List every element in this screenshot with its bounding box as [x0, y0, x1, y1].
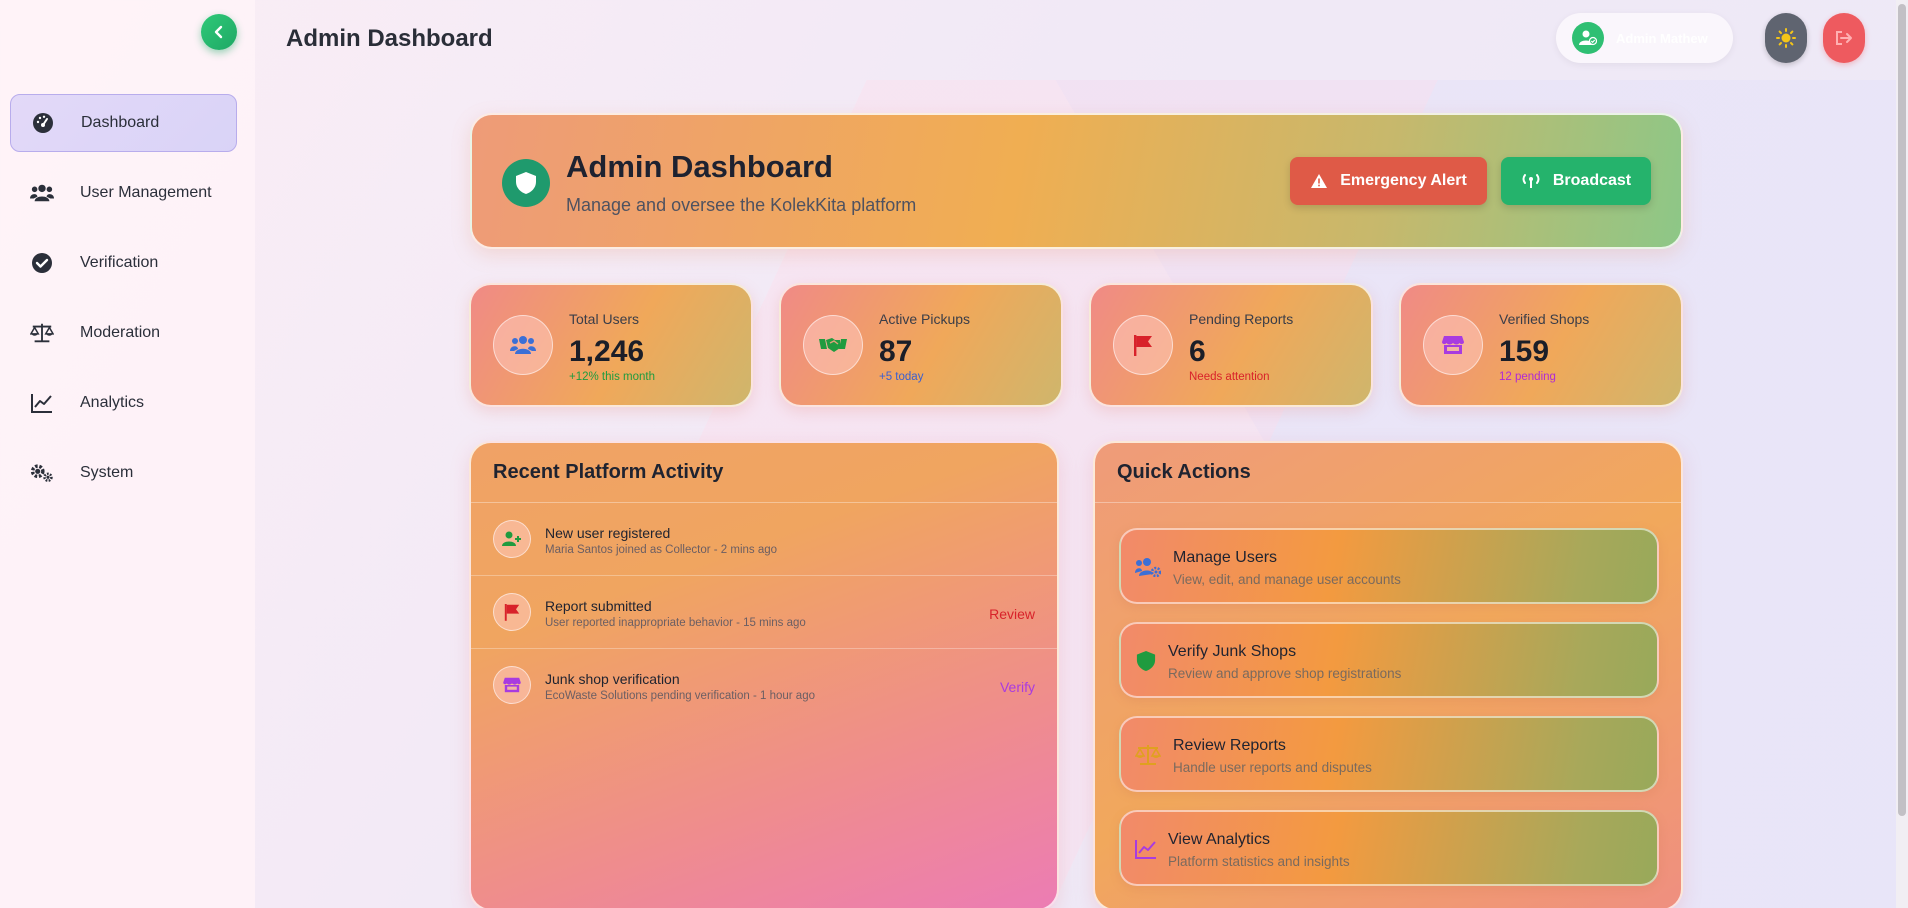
panel-title: Recent Platform Activity [493, 461, 724, 483]
stat-label: Total Users [569, 311, 640, 327]
logout-icon [1836, 31, 1852, 45]
hero-subtitle: Manage and oversee the KolekKita platfor… [566, 195, 917, 215]
sidebar-item-system[interactable]: System [10, 444, 237, 502]
balance-scale-icon [30, 321, 54, 345]
stat-value: 159 [1499, 335, 1550, 368]
manage-users-action[interactable]: Manage Users View, edit, and manage user… [1119, 528, 1659, 604]
stat-card-verified-shops[interactable]: Verified Shops 159 12 pending [1399, 283, 1683, 407]
stat-card-pending-reports[interactable]: Pending Reports 6 Needs attention [1089, 283, 1373, 407]
flag-icon [493, 593, 531, 631]
theme-toggle-button[interactable] [1765, 13, 1807, 63]
dashboard-gauge-icon [31, 111, 55, 135]
gears-icon [30, 461, 54, 485]
line-chart-icon [30, 391, 54, 415]
sidebar-item-label: Moderation [80, 324, 161, 341]
quick-action-title: Review Reports [1173, 737, 1286, 754]
verify-link[interactable]: Verify [1000, 679, 1035, 695]
quick-action-title: View Analytics [1168, 831, 1270, 848]
activity-description: User reported inappropriate behavior - 1… [545, 617, 806, 629]
page-title: Admin Dashboard [286, 25, 493, 52]
sidebar-item-label: User Management [80, 184, 212, 201]
emergency-alert-button[interactable]: Emergency Alert [1290, 157, 1487, 205]
broadcast-label: Broadcast [1552, 172, 1632, 189]
sidebar-nav: Dashboard User Management Verification M… [10, 94, 237, 514]
user-profile-chip[interactable]: Admin Mathew [1556, 13, 1733, 63]
collapse-sidebar-button[interactable] [201, 14, 237, 50]
emergency-alert-label: Emergency Alert [1340, 172, 1467, 189]
user-plus-icon [493, 520, 531, 558]
activity-title: New user registered [545, 525, 671, 541]
broadcast-button[interactable]: Broadcast [1501, 157, 1651, 205]
sun-icon [1776, 28, 1796, 48]
shield-icon [1133, 648, 1159, 674]
quick-action-title: Verify Junk Shops [1168, 643, 1297, 660]
check-circle-icon [30, 251, 54, 275]
sidebar-item-moderation[interactable]: Moderation [10, 304, 237, 362]
broadcast-tower-icon [1521, 173, 1541, 189]
sidebar-item-verification[interactable]: Verification [10, 234, 237, 292]
stat-value: 6 [1189, 335, 1206, 368]
quick-action-description: Platform statistics and insights [1168, 854, 1350, 869]
quick-actions-panel: Quick Actions Manage Users View, edit, a… [1093, 441, 1683, 908]
activity-description: Maria Santos joined as Collector - 2 min… [545, 544, 778, 556]
stat-note: 12 pending [1499, 371, 1556, 383]
shield-icon [502, 159, 550, 207]
store-icon [1423, 315, 1483, 375]
stat-label: Pending Reports [1189, 311, 1294, 327]
stat-label: Active Pickups [879, 311, 971, 327]
users-cog-icon [1135, 554, 1161, 580]
stat-card-total-users[interactable]: Total Users 1,246 +12% this month [469, 283, 753, 407]
verify-junk-shops-action[interactable]: Verify Junk Shops Review and approve sho… [1119, 622, 1659, 698]
review-reports-action[interactable]: Review Reports Handle user reports and d… [1119, 716, 1659, 792]
hero-title: Admin Dashboard [566, 149, 833, 184]
activity-title: Report submitted [545, 598, 652, 614]
scrollbar-thumb[interactable] [1898, 4, 1906, 816]
view-analytics-action[interactable]: View Analytics Platform statistics and i… [1119, 810, 1659, 886]
sidebar-item-label: Analytics [80, 394, 145, 411]
activity-item[interactable]: New user registered Maria Santos joined … [471, 503, 1057, 576]
quick-action-description: Review and approve shop registrations [1168, 666, 1402, 681]
sidebar-item-label: Verification [80, 254, 159, 271]
page-scrollbar[interactable] [1896, 0, 1908, 908]
logout-button[interactable] [1823, 13, 1865, 63]
users-icon [493, 315, 553, 375]
store-icon [493, 666, 531, 704]
sidebar-item-user-management[interactable]: User Management [10, 164, 237, 222]
stat-value: 1,246 [569, 335, 645, 368]
sidebar-item-label: System [80, 464, 134, 481]
activity-title: Junk shop verification [545, 671, 680, 687]
panel-title: Quick Actions [1117, 461, 1251, 483]
users-icon [30, 181, 54, 205]
stat-value: 87 [879, 335, 913, 368]
hero-banner: Admin Dashboard Manage and oversee the K… [470, 113, 1683, 249]
stat-note: +5 today [879, 371, 924, 383]
warning-icon [1310, 173, 1328, 189]
user-name: Admin Mathew [1616, 30, 1708, 46]
sidebar: Dashboard User Management Verification M… [0, 0, 255, 908]
flag-icon [1113, 315, 1173, 375]
quick-action-title: Manage Users [1173, 549, 1278, 566]
handshake-icon [803, 315, 863, 375]
stat-label: Verified Shops [1499, 311, 1590, 327]
activity-item[interactable]: Junk shop verification EcoWaste Solution… [471, 649, 1057, 722]
stat-note: +12% this month [569, 371, 655, 383]
sidebar-item-dashboard[interactable]: Dashboard [10, 94, 237, 152]
divider [1095, 502, 1681, 503]
avatar [1572, 22, 1604, 54]
user-check-icon [1579, 30, 1597, 46]
activity-item[interactable]: Report submitted User reported inappropr… [471, 576, 1057, 649]
line-chart-icon [1133, 836, 1159, 862]
quick-action-description: Handle user reports and disputes [1173, 760, 1372, 775]
chevron-left-icon [214, 25, 223, 39]
activity-description: EcoWaste Solutions pending verification … [545, 690, 815, 702]
sidebar-item-analytics[interactable]: Analytics [10, 374, 237, 432]
review-link[interactable]: Review [989, 606, 1035, 622]
recent-activity-panel: Recent Platform Activity New user regist… [469, 441, 1059, 908]
quick-action-description: View, edit, and manage user accounts [1173, 572, 1401, 587]
stat-card-active-pickups[interactable]: Active Pickups 87 +5 today [779, 283, 1063, 407]
stat-note: Needs attention [1189, 371, 1270, 383]
balance-scale-icon [1135, 742, 1161, 768]
sidebar-item-label: Dashboard [81, 114, 160, 131]
